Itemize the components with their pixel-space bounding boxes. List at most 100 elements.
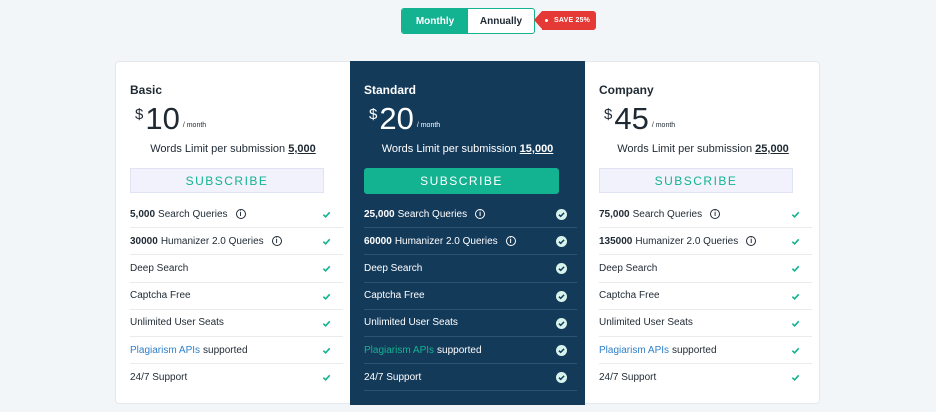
feature-item: Captcha Free [599, 283, 812, 310]
feature-list: 75,000 Search Queries i 135000 Humanizer 2.0… [599, 201, 812, 391]
feature-text: Humanizer 2.0 Queries [635, 235, 739, 247]
words-limit-label: Words Limit per submission [381, 143, 517, 155]
info-icon[interactable]: i [710, 209, 721, 220]
currency-symbol: $ [369, 106, 378, 123]
price-period: / month [182, 122, 207, 129]
feature-text: Search Queries [158, 208, 228, 220]
feature-item: 24/7 Support [599, 364, 812, 391]
plagiarism-apis-link[interactable]: Plagiarism APIs [130, 345, 200, 356]
words-limit: Words Limit per submission 5,000 [116, 143, 350, 155]
feature-item: Plagiarism APIs supported [364, 337, 577, 365]
feature-count: 60000 [364, 235, 392, 247]
check-circle-icon [556, 372, 567, 384]
feature-text: Unlimited User Seats [364, 317, 458, 329]
plan-price: $ 10 / month [135, 103, 206, 135]
words-limit-label: Words Limit per submission [150, 143, 286, 155]
monthly-option[interactable]: Monthly [402, 9, 468, 33]
check-icon [322, 238, 331, 246]
check-circle-icon [556, 317, 567, 329]
plan-price: $ 20 / month [369, 103, 440, 135]
feature-text: Unlimited User Seats [130, 317, 224, 329]
check-icon [791, 320, 800, 327]
subscribe-button[interactable]: SUBSCRIBE [130, 168, 324, 193]
plan-card-basic: Basic $ 10 / month Words Limit per submi… [116, 61, 350, 405]
feature-item: Captcha Free [364, 283, 577, 310]
feature-item: 135000 Humanizer 2.0 Queries i [599, 228, 812, 256]
price-amount: 45 [614, 101, 649, 136]
check-circle-icon [556, 263, 567, 275]
info-icon[interactable]: i [475, 209, 486, 220]
subscribe-button[interactable]: SUBSCRIBE [364, 168, 559, 194]
feature-text: Captcha Free [130, 290, 191, 302]
feature-item: 24/7 Support [130, 364, 343, 391]
feature-text: Humanizer 2.0 Queries [394, 235, 498, 247]
feature-text: Search Queries [632, 208, 703, 220]
price-period: / month [416, 122, 441, 129]
info-icon[interactable]: i [235, 209, 246, 220]
feature-text: 24/7 Support [364, 371, 422, 383]
feature-item: 25,000 Search Queries i [364, 201, 577, 229]
info-icon[interactable]: i [271, 236, 282, 247]
pricing-cards: Basic $ 10 / month Words Limit per submi… [115, 61, 821, 405]
info-icon[interactable]: i [505, 236, 516, 247]
check-circle-icon [556, 209, 567, 220]
feature-list: 25,000 Search Queries i 60000 Humanizer 2.0 … [364, 201, 577, 392]
feature-text: supported [672, 344, 717, 356]
plan-name: Standard [364, 83, 417, 97]
feature-item: Plagiarism APIs supported [130, 337, 343, 365]
feature-text: 24/7 Support [130, 372, 188, 384]
feature-count: 30000 [130, 235, 158, 247]
plan-name: Company [599, 83, 654, 97]
check-icon [791, 211, 800, 218]
words-limit: Words Limit per submission 25,000 [585, 143, 821, 155]
billing-toggle: Monthly Annually [401, 8, 535, 34]
words-limit-value: 5,000 [288, 143, 316, 155]
info-icon[interactable]: i [746, 236, 757, 247]
check-circle-icon [556, 290, 567, 302]
check-icon [322, 374, 331, 382]
words-limit-value: 15,000 [519, 143, 554, 155]
annually-option[interactable]: Annually [468, 9, 534, 33]
save-badge: SAVE 25% [533, 11, 597, 30]
feature-item: 30000 Humanizer 2.0 Queries i [130, 228, 343, 256]
check-icon [322, 266, 331, 273]
check-icon [322, 293, 331, 300]
check-icon [791, 266, 800, 273]
words-limit: Words Limit per submission 15,000 [350, 143, 585, 155]
feature-item: Unlimited User Seats [364, 310, 577, 337]
plan-card-company: Company $ 45 / month Words Limit per sub… [585, 61, 821, 405]
feature-text: 24/7 Support [599, 372, 657, 384]
plagiarism-apis-link[interactable]: Plagiarism APIs [599, 345, 669, 356]
check-icon [322, 211, 331, 218]
feature-item: Captcha Free [130, 283, 343, 310]
feature-text: supported [203, 344, 248, 356]
feature-item: 5,000 Search Queries i [130, 201, 343, 229]
feature-item: 75,000 Search Queries i [599, 201, 812, 229]
plan-price: $ 45 / month [604, 103, 675, 135]
words-limit-value: 25,000 [755, 143, 789, 155]
feature-item: 60000 Humanizer 2.0 Queries i [364, 228, 577, 256]
feature-list: 5,000 Search Queries i 30000 Humanizer 2.0 Q… [130, 201, 343, 391]
feature-count: 75,000 [599, 208, 630, 220]
feature-text: Deep Search [130, 262, 189, 274]
plan-name: Basic [130, 83, 163, 97]
feature-item: Deep Search [130, 255, 343, 283]
feature-text: Search Queries [397, 208, 468, 220]
plan-card-standard: Standard $ 20 / month Words Limit per su… [350, 61, 585, 405]
plagiarism-apis-link[interactable]: Plagiarism APIs [364, 345, 434, 356]
feature-text: Deep Search [364, 262, 423, 274]
check-icon [791, 374, 800, 382]
check-circle-icon [556, 236, 567, 248]
currency-symbol: $ [604, 106, 613, 123]
words-limit-label: Words Limit per submission [617, 143, 753, 155]
feature-text: Humanizer 2.0 Queries [160, 235, 264, 247]
check-icon [322, 320, 331, 327]
feature-item: Plagiarism APIs supported [599, 337, 812, 365]
check-icon [791, 293, 800, 300]
feature-text: supported [437, 344, 482, 356]
feature-text: Captcha Free [364, 290, 425, 302]
price-period: / month [651, 122, 676, 129]
subscribe-button[interactable]: SUBSCRIBE [599, 168, 793, 193]
feature-item: Deep Search [599, 255, 812, 283]
feature-item: Unlimited User Seats [130, 310, 343, 337]
